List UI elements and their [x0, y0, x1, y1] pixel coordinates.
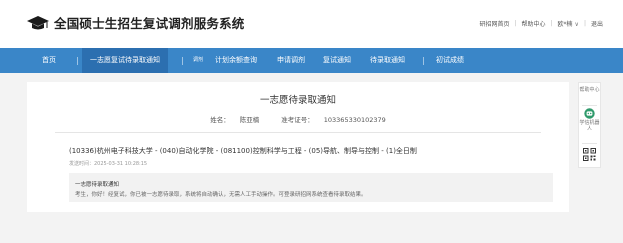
top-header: 全国硕士生招生复试调剂服务系统 研招网首页 | 帮助中心 | 欧*楠 ∨ | 退出: [0, 0, 623, 48]
link-divider: |: [550, 20, 553, 27]
name-value: 陈亚楠: [239, 116, 260, 124]
nav-item-plan-balance[interactable]: 计划余额查询: [215, 48, 257, 73]
nav-divider: [77, 57, 78, 65]
nav-item-pending-admission[interactable]: 待录取通知: [370, 48, 405, 73]
notice-title: 一志愿待录取通知: [75, 182, 120, 188]
notice-body: 考生，你好！经复试，你已被一志愿待录取，系统将自动确认，无需人工手动操作。可登录…: [75, 192, 367, 198]
chevron-down-icon: ∨: [574, 21, 579, 28]
side-robot[interactable]: 学信机器人: [579, 108, 600, 132]
graduation-cap-icon: [27, 16, 49, 30]
name-label: 姓名：: [210, 116, 230, 124]
help-center-link[interactable]: 帮助中心: [521, 19, 545, 28]
exam-number-label: 准考证号：: [281, 116, 314, 124]
side-divider: [582, 143, 597, 144]
nav-divider: [423, 57, 424, 65]
site-title: 全国硕士生招生复试调剂服务系统: [54, 16, 245, 31]
exam-number-field: 准考证号： 103365330102379: [276, 116, 391, 124]
nav-item-home[interactable]: 首页: [42, 48, 56, 73]
side-toolbar: 帮助中心 学信机器人: [578, 82, 601, 168]
nav-item-initial-scores[interactable]: 初试成绩: [436, 48, 464, 73]
user-menu[interactable]: 欧*楠 ∨: [558, 19, 579, 28]
nav-item-adjust[interactable]: 调剂: [193, 48, 203, 73]
home-link[interactable]: 研招网首页: [479, 19, 509, 28]
logout-link[interactable]: 退出: [591, 19, 603, 28]
notice-card: 一志愿待录取通知 姓名： 陈亚楠 准考证号： 103365330102379 (10…: [27, 82, 569, 212]
name-field: 姓名： 陈亚楠: [205, 116, 264, 124]
side-help-center[interactable]: 帮助中心: [579, 87, 600, 93]
divider: [55, 132, 541, 133]
qr-code-icon[interactable]: [583, 148, 596, 161]
nav-item-apply-adjust[interactable]: 申请调剂: [277, 48, 305, 73]
nav-item-first-choice-admission[interactable]: 一志愿复试待录取通知: [82, 48, 168, 73]
nav-divider: [182, 57, 183, 65]
send-time: 发送时间：2025-03-31 10:28:15: [69, 161, 148, 167]
page-title: 一志愿待录取通知: [259, 95, 336, 106]
main-nav: 首页 一志愿复试待录取通知 调剂 计划余额查询 申请调剂 复试通知 待录取通知 …: [0, 48, 623, 73]
student-info: 姓名： 陈亚楠 准考证号： 103365330102379: [27, 114, 569, 124]
side-robot-label: 学信机器人: [579, 120, 600, 132]
nav-item-retest-notice[interactable]: 复试通知: [323, 48, 351, 73]
program-info: (10336)杭州电子科技大学 - (040)自动化学院 - (081100)控…: [69, 147, 417, 155]
side-divider: [582, 105, 597, 106]
link-divider: |: [514, 20, 517, 27]
link-divider: |: [583, 20, 586, 27]
user-name: 欧*楠: [557, 21, 573, 28]
notice-message: 一志愿待录取通知 考生，你好！经复试，你已被一志愿待录取，系统将自动确认，无需人…: [69, 173, 553, 202]
top-links: 研招网首页 | 帮助中心 | 欧*楠 ∨ | 退出: [479, 19, 603, 28]
exam-number-value: 103365330102379: [323, 116, 386, 124]
robot-icon: [584, 108, 595, 119]
